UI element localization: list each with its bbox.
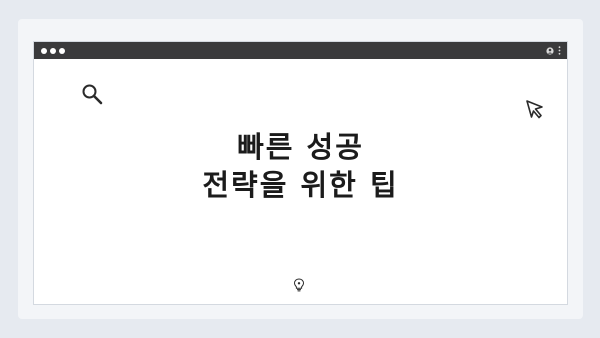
cursor-icon [524, 98, 546, 124]
maximize-button[interactable] [59, 47, 65, 54]
headline-line-1: 빠른 성공 [237, 130, 364, 164]
search-icon [81, 83, 103, 109]
headline-line-2: 전략을 위한 팁 [202, 168, 399, 202]
lightbulb-icon [293, 277, 305, 296]
titlebar-actions [546, 46, 561, 55]
headline: 빠른 성공 전략을 위한 팁 [34, 128, 567, 204]
window-titlebar [34, 42, 567, 59]
more-vertical-icon[interactable] [558, 46, 561, 55]
minimize-button[interactable] [50, 47, 56, 54]
slide-card: 빠른 성공 전략을 위한 팁 [18, 19, 583, 319]
browser-window: 빠른 성공 전략을 위한 팁 [33, 41, 568, 305]
window-controls [41, 47, 65, 54]
close-button[interactable] [41, 47, 47, 54]
user-icon[interactable] [546, 46, 554, 55]
